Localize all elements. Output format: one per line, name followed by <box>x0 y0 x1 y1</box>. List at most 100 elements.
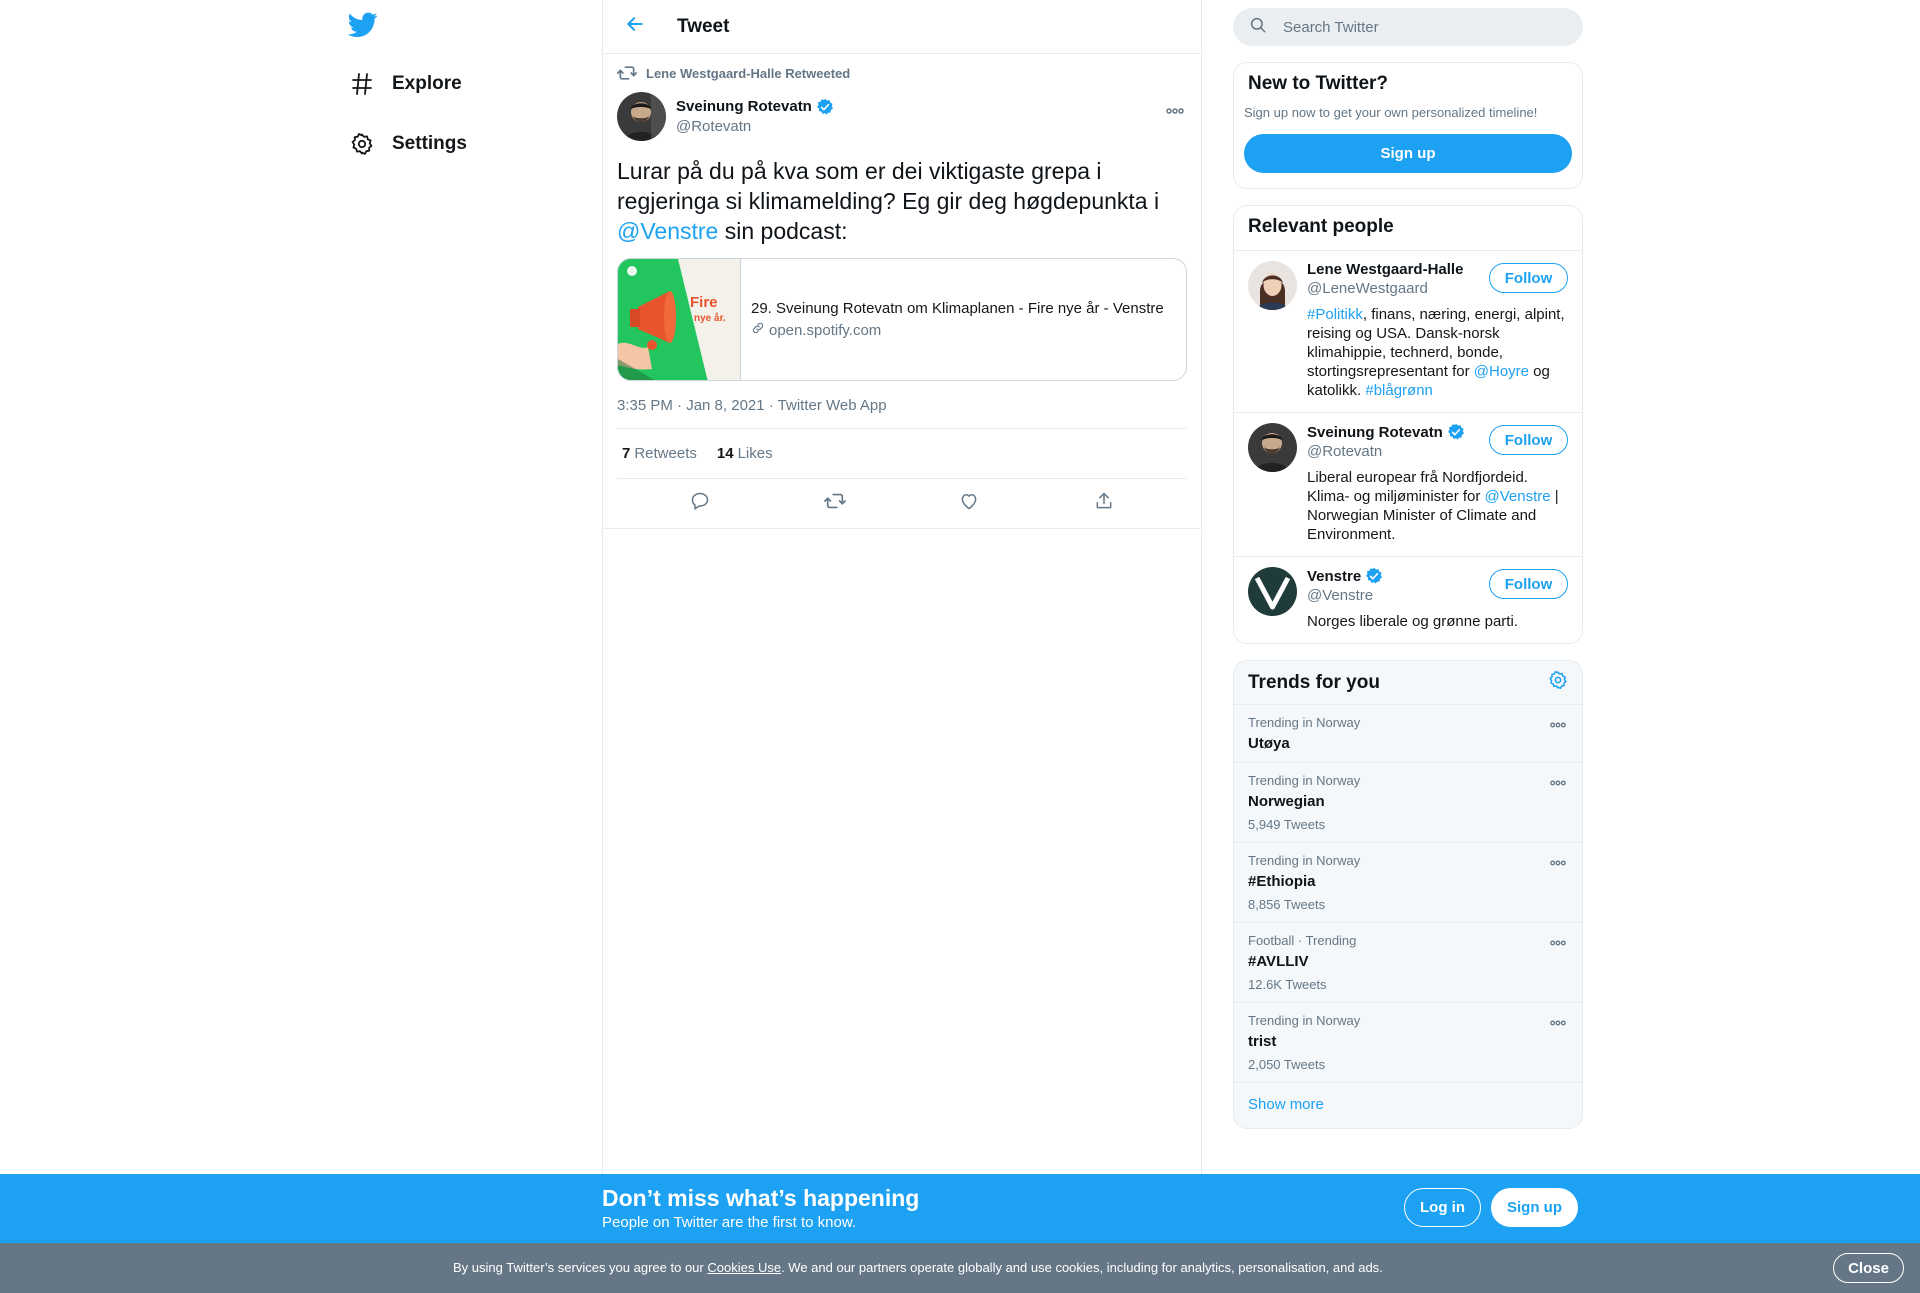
cookies-use-link[interactable]: Cookies Use <box>707 1260 781 1275</box>
trend-item[interactable]: Trending in Norway Norwegian 5,949 Tweet… <box>1234 763 1582 843</box>
bio-link[interactable]: #blågrønn <box>1365 382 1433 399</box>
tweet-author: Sveinung Rotevatn @Rotevatn <box>617 88 1187 144</box>
like-icon <box>959 491 979 516</box>
nav-explore-label: Explore <box>392 73 462 94</box>
arrow-left-icon <box>625 14 645 39</box>
trend-item[interactable]: Trending in Norway #Ethiopia 8,856 Tweet… <box>1234 843 1582 923</box>
share-button[interactable] <box>1086 486 1122 522</box>
tweet-text: Lurar på du på kva som er dei viktigaste… <box>617 156 1187 246</box>
more-dots-icon[interactable] <box>1548 1015 1568 1031</box>
person-row[interactable]: Lene Westgaard-Halle @LeneWestgaard #Pol… <box>1234 250 1582 412</box>
more-dots-icon[interactable] <box>1548 717 1568 733</box>
promo-subtitle: People on Twitter are the first to know. <box>602 1214 857 1231</box>
link-card[interactable]: Fire nye år. 29. Sveinung Rotevatn om Kl… <box>617 258 1187 381</box>
bio-link[interactable]: #Politikk <box>1307 306 1363 323</box>
author-handle[interactable]: @Rotevatn <box>676 118 834 135</box>
trends-title: Trends for you <box>1248 671 1380 693</box>
person-bio: Norges liberale og grønne parti. <box>1307 612 1567 631</box>
tweet-text-part: Lurar på du på kva som er dei viktigaste… <box>617 158 1160 214</box>
twitter-bird-icon[interactable] <box>347 12 380 42</box>
close-cookie-button[interactable]: Close <box>1833 1253 1904 1283</box>
card-domain: open.spotify.com <box>769 321 882 339</box>
cookie-text: By using Twitter’s services you agree to… <box>453 1260 1383 1275</box>
person-bio: #Politikk, finans, næring, energi, alpin… <box>1307 305 1567 400</box>
cookie-banner: By using Twitter’s services you agree to… <box>0 1243 1920 1293</box>
follow-button[interactable]: Follow <box>1489 263 1568 293</box>
search-input[interactable] <box>1283 18 1563 36</box>
tweet-text-part: sin podcast: <box>718 218 848 244</box>
likes-count: 14 <box>716 445 734 462</box>
person-row[interactable]: Venstre @Venstre Norges liberale og grøn… <box>1234 556 1582 643</box>
trends-settings-gear-icon[interactable] <box>1548 670 1568 695</box>
search-bar[interactable] <box>1233 8 1583 46</box>
person-bio: Liberal europear frå Nordfjordeid. Klima… <box>1307 468 1567 544</box>
tweet: Lene Westgaard-Halle Retweeted Sveinung … <box>603 54 1201 529</box>
trend-item[interactable]: Trending in Norway Utøya <box>1234 705 1582 763</box>
follow-button[interactable]: Follow <box>1489 569 1568 599</box>
likes-label: Likes <box>737 445 773 462</box>
tweet-stats: 7 Retweets 14 Likes <box>617 429 1187 479</box>
tweet-timestamp[interactable]: 3:35 PM · Jan 8, 2021 · Twitter Web App <box>617 397 1187 429</box>
back-button[interactable] <box>617 9 653 45</box>
avatar[interactable] <box>1248 567 1297 616</box>
nav-settings-label: Settings <box>392 133 467 154</box>
more-dots-icon[interactable] <box>1548 775 1568 791</box>
trend-context: Trending in Norway <box>1248 1013 1361 1028</box>
likes-stat[interactable]: 14 Likes <box>717 445 773 462</box>
retweets-stat[interactable]: 7 Retweets <box>622 445 697 462</box>
avatar[interactable] <box>1248 261 1297 310</box>
share-icon <box>1094 491 1114 516</box>
avatar[interactable] <box>617 91 666 141</box>
page-title: Tweet <box>677 15 730 37</box>
sign-up-button[interactable]: Sign up <box>1244 134 1572 173</box>
relevant-people-title: Relevant people <box>1248 216 1394 237</box>
tweet-actions <box>603 479 1201 529</box>
follow-button[interactable]: Follow <box>1489 425 1568 455</box>
more-dots-icon[interactable] <box>1548 855 1568 871</box>
like-button[interactable] <box>951 486 987 522</box>
tweet-header: Tweet <box>603 0 1201 54</box>
signup-promo-bar: Don’t miss what’s happening People on Tw… <box>0 1174 1920 1243</box>
person-name: Venstre <box>1307 567 1362 585</box>
trend-item[interactable]: Trending in Norway trist 2,050 Tweets <box>1234 1003 1582 1083</box>
search-icon <box>1249 16 1267 39</box>
promo-sign-up-button[interactable]: Sign up <box>1491 1188 1578 1227</box>
person-name: Sveinung Rotevatn <box>1307 423 1443 441</box>
trend-name: #Ethiopia <box>1248 873 1316 890</box>
bio-link[interactable]: @Venstre <box>1485 488 1551 505</box>
person-row[interactable]: Sveinung Rotevatn @Rotevatn Liberal euro… <box>1234 412 1582 556</box>
card-title: 29. Sveinung Rotevatn om Klimaplanen - F… <box>751 300 1164 317</box>
trend-count: 12.6K Tweets <box>1248 977 1327 992</box>
new-to-twitter-title: New to Twitter? <box>1248 73 1389 94</box>
nav-settings[interactable]: Settings <box>348 124 467 164</box>
trend-context: Football · Trending <box>1248 933 1357 948</box>
cookie-text-part: By using Twitter’s services you agree to… <box>453 1260 708 1275</box>
trend-count: 2,050 Tweets <box>1248 1057 1326 1072</box>
relevant-people-panel: Relevant people Lene Westgaard-Halle @Le… <box>1233 205 1583 644</box>
nav-explore[interactable]: Explore <box>348 64 462 104</box>
log-in-button[interactable]: Log in <box>1404 1188 1481 1227</box>
promo-title: Don’t miss what’s happening <box>602 1185 920 1211</box>
trend-name: trist <box>1248 1033 1277 1050</box>
author-name-link[interactable]: Sveinung Rotevatn <box>676 98 834 116</box>
new-to-twitter-panel: New to Twitter? Sign up now to get your … <box>1233 62 1583 189</box>
more-options-button[interactable] <box>1163 100 1187 120</box>
show-more-link[interactable]: Show more <box>1234 1083 1582 1128</box>
verified-badge-icon <box>816 98 834 116</box>
verified-badge-icon <box>1447 423 1465 441</box>
avatar[interactable] <box>1248 423 1297 472</box>
trend-item[interactable]: Football · Trending #AVLLIV 12.6K Tweets <box>1234 923 1582 1003</box>
reply-button[interactable] <box>682 486 718 522</box>
retweets-count: 7 <box>622 445 631 462</box>
right-sidebar: New to Twitter? Sign up now to get your … <box>1233 0 1583 1129</box>
retweet-icon <box>823 491 846 516</box>
main-column: Tweet Lene Westgaard-Halle Retweeted Sve… <box>602 0 1202 1293</box>
trend-context: Trending in Norway <box>1248 853 1361 868</box>
bio-link[interactable]: @Hoyre <box>1474 363 1529 380</box>
trend-count: 5,949 Tweets <box>1248 817 1326 832</box>
mention-link[interactable]: @Venstre <box>617 218 718 244</box>
retweet-button[interactable] <box>817 486 853 522</box>
hashtag-icon <box>348 70 376 98</box>
more-dots-icon[interactable] <box>1548 935 1568 951</box>
retweeted-by-link[interactable]: Lene Westgaard-Halle Retweeted <box>646 66 850 81</box>
